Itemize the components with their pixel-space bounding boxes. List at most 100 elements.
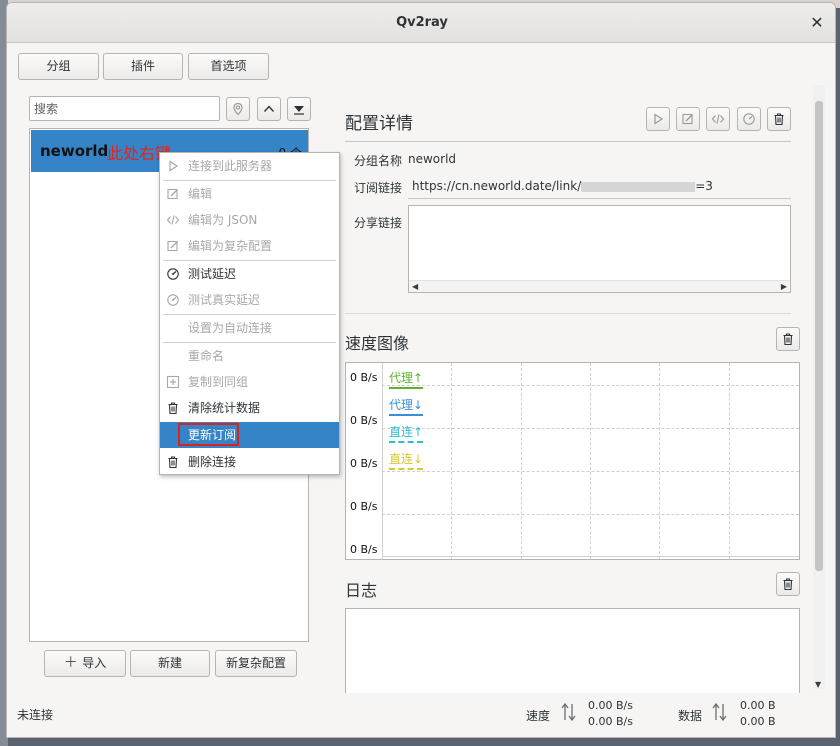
details-scrollbar[interactable]: ▼	[813, 85, 825, 689]
plugins-button[interactable]: 插件	[103, 53, 183, 80]
trash-icon	[168, 456, 178, 469]
y-tick-label: 0 B/s	[350, 457, 378, 470]
share-link-textbox[interactable]: ◀ ▶	[408, 205, 791, 293]
group-name-value: neworld	[408, 152, 457, 166]
menu-item-test-real-latency[interactable]: 测试真实延迟	[160, 288, 339, 312]
data-up-value: 0.00 B	[740, 699, 776, 712]
group-name: neworld	[40, 142, 109, 160]
speed-down-value: 0.00 B/s	[588, 715, 633, 728]
up-down-arrows-icon	[561, 702, 576, 722]
details-divider	[345, 141, 791, 142]
subscription-label: 订阅链接	[354, 181, 403, 195]
menu-separator	[163, 342, 336, 343]
menu-item-connect[interactable]: 连接到此服务器	[160, 154, 339, 178]
test-latency-button[interactable]	[737, 107, 761, 131]
expand-button[interactable]	[287, 97, 311, 121]
y-axis	[382, 363, 383, 559]
grid-line	[590, 363, 591, 559]
trash-icon	[783, 578, 793, 591]
menu-item-duplicate[interactable]: 复制到同组	[160, 370, 339, 394]
gauge-icon	[743, 113, 755, 125]
grid-line	[659, 363, 660, 559]
highlight-box	[178, 423, 239, 446]
menu-item-label: 设置为自动连接	[188, 321, 273, 335]
log-title: 日志	[345, 581, 378, 600]
data-label: 数据	[678, 709, 703, 723]
location-pin-icon	[233, 102, 243, 116]
share-hscrollbar[interactable]: ◀ ▶	[409, 280, 790, 292]
trash-icon	[783, 333, 793, 346]
preferences-button[interactable]: 首选项	[188, 53, 269, 80]
locate-button[interactable]	[226, 97, 250, 121]
close-button[interactable]: ✕	[807, 13, 827, 33]
grid-line	[729, 363, 730, 559]
menu-item-update-subscription[interactable]: 更新订阅	[160, 422, 339, 448]
edit-icon	[167, 188, 178, 200]
grid-line	[521, 363, 522, 559]
menu-item-edit-complex[interactable]: 编辑为复杂配置	[160, 234, 339, 258]
arrow-left-icon[interactable]: ◀	[412, 282, 418, 291]
code-icon	[166, 215, 180, 225]
y-tick-label: 0 B/s	[350, 414, 378, 427]
menu-separator	[163, 314, 336, 315]
group-name-label: 分组名称	[354, 154, 403, 168]
menu-item-label: 测试延迟	[188, 267, 237, 281]
menu-item-test-latency[interactable]: 测试延迟	[160, 262, 339, 286]
context-menu: 连接到此服务器 编辑 编辑为 JSON 编辑为复杂配置 测试延迟 测试真实延迟 …	[159, 152, 340, 475]
duplicate-icon	[166, 375, 180, 389]
plus-icon: ＋	[63, 655, 83, 671]
menu-item-rename[interactable]: 重命名	[160, 344, 339, 368]
clear-log-button[interactable]	[776, 572, 800, 596]
import-button[interactable]: ＋ 导入	[44, 650, 126, 677]
menu-item-delete[interactable]: 删除连接	[160, 450, 339, 474]
menu-item-label: 清除统计数据	[188, 401, 261, 415]
window-title: Qv2ray	[396, 15, 448, 30]
menu-item-label: 连接到此服务器	[188, 159, 273, 173]
title-bar[interactable]: Qv2ray ✕	[7, 3, 835, 43]
up-down-arrows-icon	[712, 702, 727, 722]
subscription-link[interactable]: https://cn.neworld.date/link/ =3	[412, 179, 713, 193]
menu-item-label: 编辑为 JSON	[188, 213, 258, 227]
delete-button[interactable]	[767, 107, 791, 131]
menu-item-label: 编辑	[188, 187, 213, 201]
scrollbar-thumb[interactable]	[815, 101, 823, 571]
speed-title: 速度图像	[345, 334, 410, 353]
edit-button[interactable]	[676, 107, 700, 131]
groups-button[interactable]: 分组	[18, 53, 99, 80]
edit-icon	[682, 113, 693, 125]
section-divider	[345, 313, 791, 314]
menu-item-clear-stats[interactable]: 清除统计数据	[160, 396, 339, 420]
chevron-up-icon	[263, 105, 275, 112]
grid-line	[382, 471, 799, 472]
y-tick-label: 0 B/s	[350, 543, 378, 556]
menu-item-label: 编辑为复杂配置	[188, 239, 273, 253]
grid-line	[382, 428, 799, 429]
main-window: Qv2ray ✕ 分组 插件 首选项 neworld 此处右键 0 个	[6, 2, 836, 738]
search-input[interactable]	[29, 96, 220, 121]
menu-separator	[163, 180, 336, 181]
menu-item-label: 删除连接	[188, 455, 237, 469]
speed-chart: 0 B/s 0 B/s 0 B/s 0 B/s 0 B/s 代理↑ 代理↓ 直连…	[345, 362, 800, 560]
collapse-button[interactable]	[257, 97, 281, 121]
edit-json-button[interactable]	[706, 107, 730, 131]
menu-item-edit-json[interactable]: 编辑为 JSON	[160, 208, 339, 232]
subscription-link-prefix: https://cn.neworld.date/link/	[412, 179, 582, 193]
menu-item-label: 重命名	[188, 349, 225, 363]
arrow-down-icon[interactable]: ▼	[815, 680, 821, 689]
new-complex-button[interactable]: 新复杂配置	[215, 650, 297, 677]
details-title: 配置详情	[345, 114, 413, 134]
clear-speed-button[interactable]	[776, 327, 800, 351]
status-bar: 未连接 速度 0.00 B/s 0.00 B/s 数据 0.00 B 0.00 …	[7, 693, 835, 737]
data-down-value: 0.00 B	[740, 715, 776, 728]
new-button[interactable]: 新建	[130, 650, 210, 677]
play-icon	[169, 160, 179, 172]
gauge-icon	[167, 268, 179, 280]
code-icon	[711, 114, 725, 124]
grid-line	[382, 385, 799, 386]
speed-up-value: 0.00 B/s	[588, 699, 633, 712]
menu-item-auto-connect[interactable]: 设置为自动连接	[160, 316, 339, 340]
connect-button[interactable]	[646, 107, 670, 131]
share-label: 分享链接	[354, 216, 403, 230]
arrow-right-icon[interactable]: ▶	[781, 282, 787, 291]
menu-item-edit[interactable]: 编辑	[160, 182, 339, 206]
